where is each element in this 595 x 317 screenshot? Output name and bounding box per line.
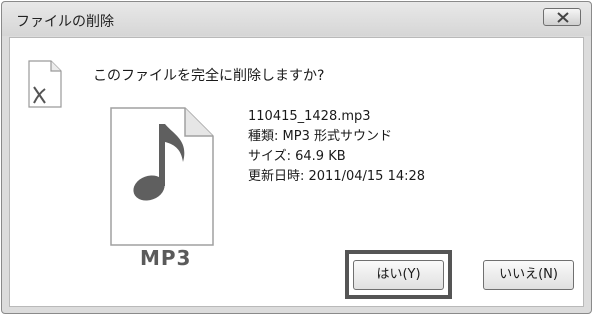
- mp3-badge: MP3: [140, 246, 192, 270]
- window-title: ファイルの削除: [16, 14, 114, 30]
- confirm-question: このファイルを完全に削除しますか?: [93, 68, 325, 84]
- dialog-body: このファイルを完全に削除しますか? MP3 110415_1428.mp3 種類…: [9, 37, 584, 307]
- no-button-label: いいえ(N): [499, 267, 558, 282]
- delete-file-dialog: ファイルの削除 このファイルを完全に削除しますか? MP3 110415_142…: [1, 1, 592, 314]
- file-modified: 更新日時: 2011/04/15 14:28: [248, 169, 426, 184]
- close-icon: [557, 12, 569, 23]
- file-type: 種類: MP3 形式サウンド: [248, 129, 392, 144]
- file-name: 110415_1428.mp3: [248, 109, 371, 124]
- close-button[interactable]: [543, 8, 581, 26]
- yes-button[interactable]: はい(Y): [353, 260, 444, 290]
- file-size: サイズ: 64.9 KB: [248, 149, 346, 164]
- file-details: 110415_1428.mp3 種類: MP3 形式サウンド サイズ: 64.9…: [248, 107, 425, 187]
- title-bar[interactable]: ファイルの削除: [2, 2, 591, 36]
- no-button[interactable]: いいえ(N): [483, 260, 574, 290]
- deleted-file-icon: [28, 60, 62, 108]
- mp3-file-icon: [110, 107, 214, 246]
- yes-button-label: はい(Y): [376, 267, 421, 282]
